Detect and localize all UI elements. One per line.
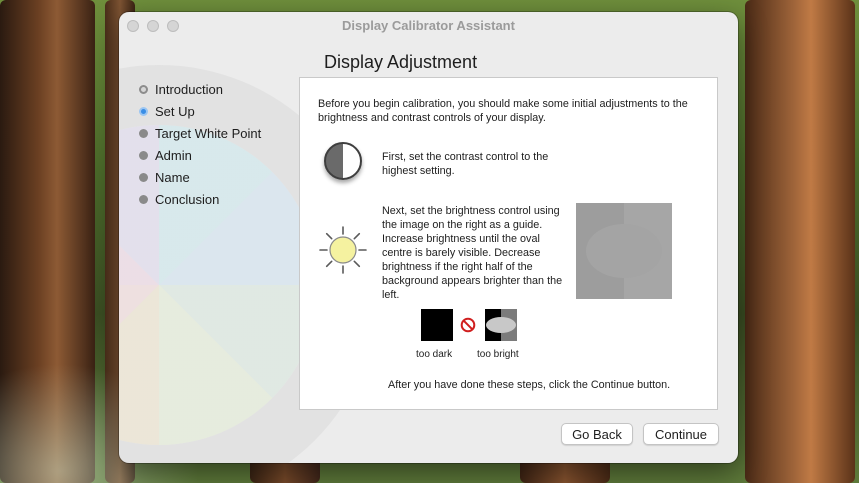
instructions-panel: Before you begin calibration, you should… <box>299 77 718 410</box>
window-title: Display Calibrator Assistant <box>342 18 515 33</box>
step-label: Target White Point <box>155 125 262 141</box>
step-label: Set Up <box>155 103 195 119</box>
step-done-bullet-icon <box>139 84 148 94</box>
continue-button[interactable]: Continue <box>643 423 719 445</box>
go-back-button[interactable]: Go Back <box>561 423 633 445</box>
step-bullet-icon <box>139 150 148 160</box>
step-admin: Admin <box>139 144 261 166</box>
title-bar[interactable]: Display Calibrator Assistant <box>119 12 738 40</box>
brightness-instruction: Next, set the brightness control using t… <box>382 205 563 301</box>
intro-text: Before you begin calibration, you should… <box>318 98 688 124</box>
sun-icon <box>319 226 367 274</box>
step-list: Introduction Set Up Target White Point A… <box>139 78 261 210</box>
contrast-instruction: First, set the contrast control to the h… <box>382 151 549 177</box>
too-dark-example <box>421 309 453 341</box>
continue-hint: After you have done these steps, click t… <box>388 379 671 391</box>
too-bright-example <box>485 309 517 341</box>
tree-trunk <box>745 0 855 483</box>
step-introduction: Introduction <box>139 78 261 100</box>
step-bullet-icon <box>139 128 148 138</box>
step-current-bullet-icon <box>139 106 148 116</box>
step-label: Introduction <box>155 81 223 97</box>
step-set-up: Set Up <box>139 100 261 122</box>
step-target-white-point: Target White Point <box>139 122 261 144</box>
step-label: Name <box>155 169 190 185</box>
sample-oval <box>586 224 662 278</box>
too-bright-oval <box>486 317 516 333</box>
step-label: Admin <box>155 147 192 163</box>
assistant-window: Display Calibrator Assistant Display Adj… <box>119 12 738 463</box>
too-bright-label: too bright <box>477 349 519 360</box>
step-bullet-icon <box>139 172 148 182</box>
step-name: Name <box>139 166 261 188</box>
page-title: Display Adjustment <box>324 52 478 72</box>
too-dark-label: too dark <box>416 349 453 360</box>
brightness-sample-image <box>576 203 672 299</box>
step-conclusion: Conclusion <box>139 188 261 210</box>
contrast-half-circle-icon <box>324 142 362 180</box>
no-sign-icon <box>460 317 476 333</box>
step-bullet-icon <box>139 194 148 204</box>
step-label: Conclusion <box>155 191 220 207</box>
